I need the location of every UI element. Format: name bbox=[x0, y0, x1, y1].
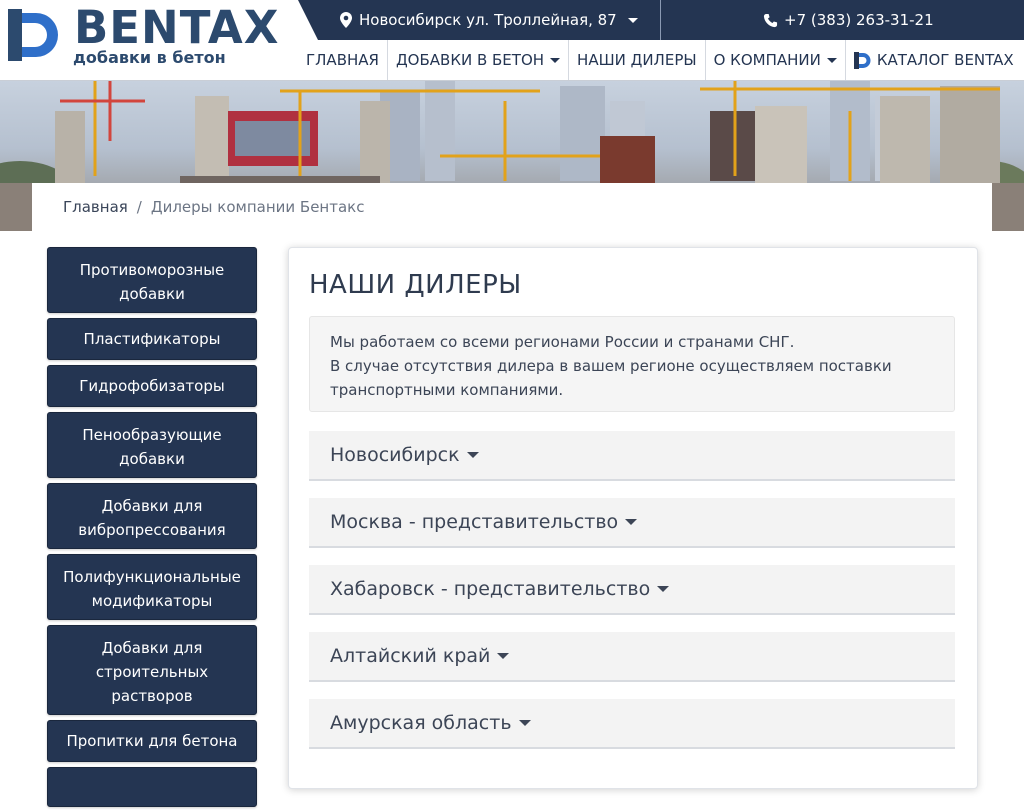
region-accordion-novosibirsk[interactable]: Новосибирск bbox=[309, 431, 955, 481]
region-label: Новосибирск bbox=[330, 444, 460, 466]
region-label: Алтайский край bbox=[330, 645, 491, 667]
region-accordion-moscow[interactable]: Москва - представительство bbox=[309, 498, 955, 548]
address-text: Новосибирск ул. Троллейная, 87 bbox=[359, 11, 617, 29]
phone-number: +7 (383) 263-31-21 bbox=[784, 11, 934, 29]
page-title: НАШИ ДИЛЕРЫ bbox=[309, 270, 522, 300]
nav-home[interactable]: ГЛАВНАЯ bbox=[298, 40, 388, 80]
site-logo[interactable]: BENTAX добавки в бетон bbox=[8, 1, 293, 75]
nav-concrete-additives[interactable]: ДОБАВКИ В БЕТОН bbox=[388, 40, 570, 80]
info-text-line: Мы работаем со всеми регионами России и … bbox=[330, 333, 795, 351]
region-label: Хабаровск - представительство bbox=[330, 578, 651, 600]
sidebar-item-more[interactable] bbox=[47, 767, 257, 807]
sidebar-item-impregnations[interactable]: Пропитки для бетона bbox=[47, 720, 257, 762]
nav-label: КАТАЛОГ BENTAX bbox=[876, 51, 1014, 69]
sidebar-item-antifreeze[interactable]: Противоморозные добавки bbox=[47, 247, 257, 313]
category-sidebar: Противоморозные добавки Пластификаторы Г… bbox=[47, 247, 257, 812]
nav-label: НАШИ ДИЛЕРЫ bbox=[577, 51, 697, 69]
nav-label: О КОМПАНИИ bbox=[713, 51, 821, 69]
caret-down-icon bbox=[657, 586, 670, 592]
phone-icon bbox=[763, 13, 778, 27]
brand-tagline: добавки в бетон bbox=[73, 48, 226, 67]
sidebar-item-plasticizers[interactable]: Пластификаторы bbox=[47, 318, 257, 360]
chevron-down-icon bbox=[627, 17, 638, 23]
info-notice: Мы работаем со всеми регионами России и … bbox=[309, 316, 955, 412]
breadcrumb-separator: / bbox=[136, 198, 142, 216]
info-text-line: В случае отсутствия дилера в вашем регио… bbox=[330, 357, 892, 399]
region-accordion-altai[interactable]: Алтайский край bbox=[309, 632, 955, 682]
sidebar-item-water-repellents[interactable]: Гидрофобизаторы bbox=[47, 365, 257, 407]
sidebar-item-foaming[interactable]: Пенообразующие добавки bbox=[47, 412, 257, 478]
dealers-card: НАШИ ДИЛЕРЫ Мы работаем со всеми региона… bbox=[288, 247, 978, 789]
contact-bar: Новосибирск ул. Троллейная, 87 +7 (383) … bbox=[298, 0, 1024, 40]
nav-catalog[interactable]: КАТАЛОГ BENTAX bbox=[846, 40, 1022, 80]
breadcrumb-home-link[interactable]: Главная bbox=[63, 198, 128, 216]
chevron-down-icon bbox=[826, 57, 837, 63]
region-accordion-amur[interactable]: Амурская область bbox=[309, 699, 955, 749]
nav-about[interactable]: О КОМПАНИИ bbox=[706, 40, 846, 80]
breadcrumb: Главная / Дилеры компании Бентакс bbox=[32, 183, 992, 231]
map-marker-icon bbox=[340, 12, 352, 28]
address-selector[interactable]: Новосибирск ул. Троллейная, 87 bbox=[340, 0, 638, 40]
breadcrumb-current: Дилеры компании Бентакс bbox=[150, 198, 365, 216]
sidebar-item-mortar-additives[interactable]: Добавки для строительных растворов bbox=[47, 625, 257, 715]
bentax-logo-icon bbox=[853, 51, 871, 69]
nav-label: ДОБАВКИ В БЕТОН bbox=[395, 51, 545, 69]
caret-down-icon bbox=[466, 452, 479, 458]
bentax-logo-icon bbox=[8, 9, 58, 61]
main-nav: ГЛАВНАЯ ДОБАВКИ В БЕТОН НАШИ ДИЛЕРЫ О КО… bbox=[298, 40, 1024, 80]
nav-label: ГЛАВНАЯ bbox=[306, 51, 379, 69]
region-label: Амурская область bbox=[330, 712, 512, 734]
sidebar-item-vibropressing[interactable]: Добавки для вибропрессования bbox=[47, 483, 257, 549]
sidebar-item-multifunctional[interactable]: Полифункциональные модификаторы bbox=[47, 554, 257, 620]
caret-down-icon bbox=[518, 720, 531, 726]
region-label: Москва - представительство bbox=[330, 511, 619, 533]
nav-dealers[interactable]: НАШИ ДИЛЕРЫ bbox=[569, 40, 706, 80]
divider bbox=[660, 0, 661, 40]
region-accordion-khabarovsk[interactable]: Хабаровск - представительство bbox=[309, 565, 955, 615]
brand-name: BENTAX bbox=[74, 1, 280, 54]
phone-link[interactable]: +7 (383) 263-31-21 bbox=[763, 0, 934, 40]
caret-down-icon bbox=[497, 653, 510, 659]
caret-down-icon bbox=[625, 519, 638, 525]
chevron-down-icon bbox=[550, 57, 561, 63]
